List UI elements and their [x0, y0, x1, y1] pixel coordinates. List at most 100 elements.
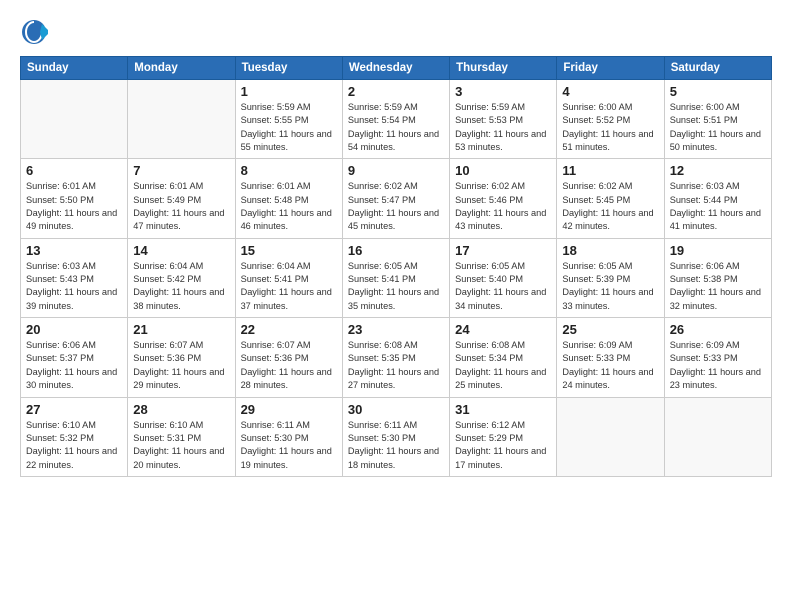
- cell-content: Sunrise: 6:10 AM Sunset: 5:32 PM Dayligh…: [26, 419, 122, 472]
- cell-content: Sunrise: 6:01 AM Sunset: 5:48 PM Dayligh…: [241, 180, 337, 233]
- calendar-cell: 31 Sunrise: 6:12 AM Sunset: 5:29 PM Dayli…: [450, 397, 557, 476]
- calendar-cell: 12 Sunrise: 6:03 AM Sunset: 5:44 PM Dayli…: [664, 159, 771, 238]
- cell-content: Sunrise: 6:05 AM Sunset: 5:40 PM Dayligh…: [455, 260, 551, 313]
- calendar-cell: 24 Sunrise: 6:08 AM Sunset: 5:34 PM Dayli…: [450, 318, 557, 397]
- calendar-cell: 25 Sunrise: 6:09 AM Sunset: 5:33 PM Dayli…: [557, 318, 664, 397]
- day-number: 25: [562, 322, 658, 337]
- day-number: 16: [348, 243, 444, 258]
- day-number: 18: [562, 243, 658, 258]
- cell-content: Sunrise: 6:04 AM Sunset: 5:41 PM Dayligh…: [241, 260, 337, 313]
- week-row-4: 20 Sunrise: 6:06 AM Sunset: 5:37 PM Dayli…: [21, 318, 772, 397]
- calendar-header-wednesday: Wednesday: [342, 57, 449, 80]
- day-number: 15: [241, 243, 337, 258]
- cell-content: Sunrise: 6:00 AM Sunset: 5:52 PM Dayligh…: [562, 101, 658, 154]
- day-number: 8: [241, 163, 337, 178]
- calendar-header-friday: Friday: [557, 57, 664, 80]
- week-row-2: 6 Sunrise: 6:01 AM Sunset: 5:50 PM Daylig…: [21, 159, 772, 238]
- cell-content: Sunrise: 5:59 AM Sunset: 5:54 PM Dayligh…: [348, 101, 444, 154]
- logo-icon: [20, 18, 48, 46]
- cell-content: Sunrise: 6:11 AM Sunset: 5:30 PM Dayligh…: [241, 419, 337, 472]
- cell-content: Sunrise: 6:02 AM Sunset: 5:47 PM Dayligh…: [348, 180, 444, 233]
- cell-content: Sunrise: 6:10 AM Sunset: 5:31 PM Dayligh…: [133, 419, 229, 472]
- cell-content: Sunrise: 6:02 AM Sunset: 5:45 PM Dayligh…: [562, 180, 658, 233]
- calendar-cell: 28Sunrise: 6:10 AM Sunset: 5:31 PM Dayli…: [128, 397, 235, 476]
- cell-content: Sunrise: 6:09 AM Sunset: 5:33 PM Dayligh…: [562, 339, 658, 392]
- logo: [20, 18, 52, 46]
- calendar-cell: [664, 397, 771, 476]
- day-number: 22: [241, 322, 337, 337]
- calendar-cell: 16 Sunrise: 6:05 AM Sunset: 5:41 PM Dayli…: [342, 238, 449, 317]
- cell-content: Sunrise: 6:02 AM Sunset: 5:46 PM Dayligh…: [455, 180, 551, 233]
- calendar-header-tuesday: Tuesday: [235, 57, 342, 80]
- day-number: 27: [26, 402, 122, 417]
- calendar-cell: [557, 397, 664, 476]
- calendar-header-sunday: Sunday: [21, 57, 128, 80]
- cell-content: Sunrise: 6:09 AM Sunset: 5:33 PM Dayligh…: [670, 339, 766, 392]
- calendar-header-monday: Monday: [128, 57, 235, 80]
- cell-content: Sunrise: 6:07 AM Sunset: 5:36 PM Dayligh…: [133, 339, 229, 392]
- cell-content: Sunrise: 6:08 AM Sunset: 5:35 PM Dayligh…: [348, 339, 444, 392]
- calendar-cell: 2Sunrise: 5:59 AM Sunset: 5:54 PM Daylig…: [342, 80, 449, 159]
- calendar-cell: 9 Sunrise: 6:02 AM Sunset: 5:47 PM Daylig…: [342, 159, 449, 238]
- calendar-cell: 29 Sunrise: 6:11 AM Sunset: 5:30 PM Dayli…: [235, 397, 342, 476]
- page: SundayMondayTuesdayWednesdayThursdayFrid…: [0, 0, 792, 612]
- day-number: 11: [562, 163, 658, 178]
- cell-content: Sunrise: 6:07 AM Sunset: 5:36 PM Dayligh…: [241, 339, 337, 392]
- day-number: 24: [455, 322, 551, 337]
- day-number: 5: [670, 84, 766, 99]
- calendar-cell: 20 Sunrise: 6:06 AM Sunset: 5:37 PM Dayli…: [21, 318, 128, 397]
- cell-content: Sunrise: 6:01 AM Sunset: 5:49 PM Dayligh…: [133, 180, 229, 233]
- cell-content: Sunrise: 6:11 AM Sunset: 5:30 PM Dayligh…: [348, 419, 444, 472]
- day-number: 20: [26, 322, 122, 337]
- calendar-cell: 4Sunrise: 6:00 AM Sunset: 5:52 PM Daylig…: [557, 80, 664, 159]
- calendar-cell: 13Sunrise: 6:03 AM Sunset: 5:43 PM Dayli…: [21, 238, 128, 317]
- calendar-cell: 19 Sunrise: 6:06 AM Sunset: 5:38 PM Dayli…: [664, 238, 771, 317]
- day-number: 12: [670, 163, 766, 178]
- day-number: 30: [348, 402, 444, 417]
- cell-content: Sunrise: 6:00 AM Sunset: 5:51 PM Dayligh…: [670, 101, 766, 154]
- cell-content: Sunrise: 6:05 AM Sunset: 5:39 PM Dayligh…: [562, 260, 658, 313]
- cell-content: Sunrise: 6:04 AM Sunset: 5:42 PM Dayligh…: [133, 260, 229, 313]
- day-number: 6: [26, 163, 122, 178]
- calendar-cell: 11 Sunrise: 6:02 AM Sunset: 5:45 PM Dayli…: [557, 159, 664, 238]
- cell-content: Sunrise: 6:12 AM Sunset: 5:29 PM Dayligh…: [455, 419, 551, 472]
- calendar-header-row: SundayMondayTuesdayWednesdayThursdayFrid…: [21, 57, 772, 80]
- day-number: 3: [455, 84, 551, 99]
- calendar-header-thursday: Thursday: [450, 57, 557, 80]
- cell-content: Sunrise: 6:08 AM Sunset: 5:34 PM Dayligh…: [455, 339, 551, 392]
- week-row-3: 13Sunrise: 6:03 AM Sunset: 5:43 PM Dayli…: [21, 238, 772, 317]
- cell-content: Sunrise: 6:01 AM Sunset: 5:50 PM Dayligh…: [26, 180, 122, 233]
- day-number: 7: [133, 163, 229, 178]
- calendar-cell: 3 Sunrise: 5:59 AM Sunset: 5:53 PM Daylig…: [450, 80, 557, 159]
- calendar-cell: 8 Sunrise: 6:01 AM Sunset: 5:48 PM Daylig…: [235, 159, 342, 238]
- cell-content: Sunrise: 5:59 AM Sunset: 5:55 PM Dayligh…: [241, 101, 337, 154]
- calendar-header-saturday: Saturday: [664, 57, 771, 80]
- day-number: 17: [455, 243, 551, 258]
- week-row-5: 27 Sunrise: 6:10 AM Sunset: 5:32 PM Dayli…: [21, 397, 772, 476]
- day-number: 31: [455, 402, 551, 417]
- cell-content: Sunrise: 6:03 AM Sunset: 5:44 PM Dayligh…: [670, 180, 766, 233]
- calendar-cell: 6 Sunrise: 6:01 AM Sunset: 5:50 PM Daylig…: [21, 159, 128, 238]
- calendar-cell: 1 Sunrise: 5:59 AM Sunset: 5:55 PM Daylig…: [235, 80, 342, 159]
- calendar-cell: 21 Sunrise: 6:07 AM Sunset: 5:36 PM Dayli…: [128, 318, 235, 397]
- day-number: 14: [133, 243, 229, 258]
- calendar-cell: 22 Sunrise: 6:07 AM Sunset: 5:36 PM Dayli…: [235, 318, 342, 397]
- calendar-cell: 7 Sunrise: 6:01 AM Sunset: 5:49 PM Daylig…: [128, 159, 235, 238]
- cell-content: Sunrise: 6:05 AM Sunset: 5:41 PM Dayligh…: [348, 260, 444, 313]
- cell-content: Sunrise: 6:06 AM Sunset: 5:38 PM Dayligh…: [670, 260, 766, 313]
- calendar-cell: 27 Sunrise: 6:10 AM Sunset: 5:32 PM Dayli…: [21, 397, 128, 476]
- calendar: SundayMondayTuesdayWednesdayThursdayFrid…: [20, 56, 772, 477]
- calendar-cell: 15 Sunrise: 6:04 AM Sunset: 5:41 PM Dayli…: [235, 238, 342, 317]
- day-number: 26: [670, 322, 766, 337]
- cell-content: Sunrise: 5:59 AM Sunset: 5:53 PM Dayligh…: [455, 101, 551, 154]
- day-number: 19: [670, 243, 766, 258]
- calendar-cell: 18 Sunrise: 6:05 AM Sunset: 5:39 PM Dayli…: [557, 238, 664, 317]
- day-number: 10: [455, 163, 551, 178]
- day-number: 29: [241, 402, 337, 417]
- calendar-cell: 17 Sunrise: 6:05 AM Sunset: 5:40 PM Dayli…: [450, 238, 557, 317]
- day-number: 9: [348, 163, 444, 178]
- day-number: 21: [133, 322, 229, 337]
- day-number: 1: [241, 84, 337, 99]
- cell-content: Sunrise: 6:06 AM Sunset: 5:37 PM Dayligh…: [26, 339, 122, 392]
- calendar-cell: [128, 80, 235, 159]
